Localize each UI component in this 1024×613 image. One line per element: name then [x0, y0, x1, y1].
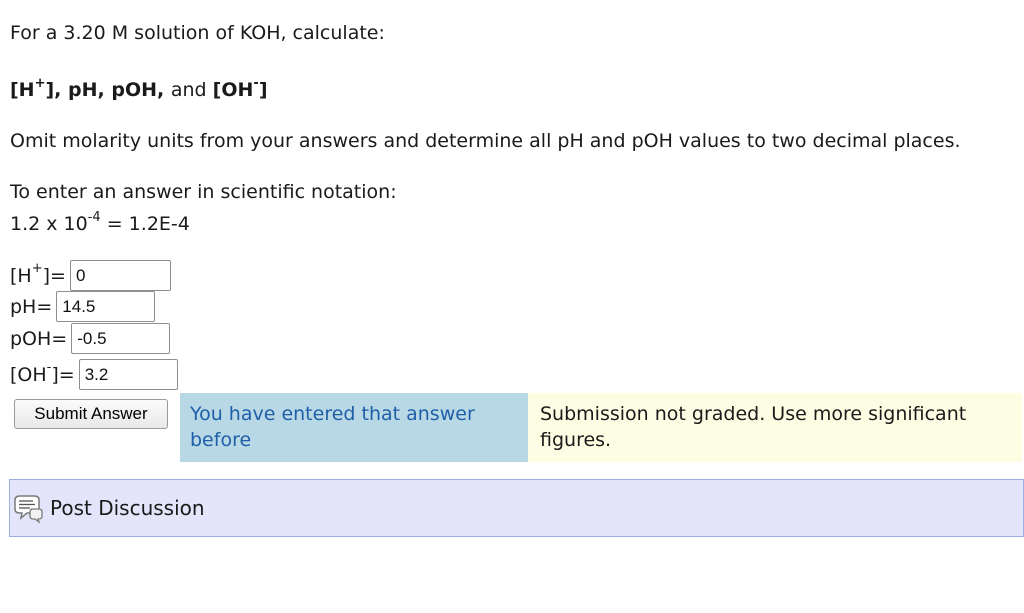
target-ph: pH, — [68, 79, 112, 101]
target-poh: pOH, — [111, 79, 171, 101]
oh-field-row: [OH-]= — [10, 359, 178, 390]
poh-input[interactable] — [71, 323, 171, 354]
target-h-sup: + — [34, 75, 46, 91]
ph-field-label: pH= — [10, 295, 53, 318]
post-discussion-button[interactable]: Post Discussion — [9, 479, 1024, 537]
repeat-answer-message: You have entered that answer before — [180, 393, 528, 462]
example-base: 1.2 x 10 — [10, 213, 88, 235]
h-field-row: [H+]= — [10, 260, 171, 291]
sci-notation-heading: To enter an answer in scientific notatio… — [10, 181, 397, 203]
oh-concentration-input[interactable] — [78, 359, 178, 390]
target-oh-close: ] — [258, 79, 268, 101]
discussion-bubble-icon — [12, 492, 44, 524]
sci-notation-example: 1.2 x 10-4 = 1.2E-4 — [10, 209, 190, 236]
example-result: = 1.2E-4 — [100, 213, 190, 235]
calculation-targets: [H+], pH, pOH, and [OH-] — [10, 75, 268, 102]
h-field-label: [H+]= — [10, 261, 66, 287]
target-oh-sup: - — [253, 75, 259, 91]
grading-message: Submission not graded. Use more signific… — [528, 393, 1022, 462]
target-oh-base: [OH — [212, 79, 254, 101]
post-discussion-label: Post Discussion — [50, 496, 205, 520]
submit-answer-button[interactable]: Submit Answer — [14, 399, 168, 429]
target-h-base: [H — [10, 79, 35, 101]
ph-field-row: pH= — [10, 291, 156, 322]
oh-field-label: [OH-]= — [10, 360, 75, 386]
poh-field-row: pOH= — [10, 323, 171, 354]
h-concentration-input[interactable] — [69, 260, 171, 291]
target-and: and — [170, 79, 213, 101]
target-h-close: ], — [45, 79, 69, 101]
poh-field-label: pOH= — [10, 327, 68, 350]
question-page: For a 3.20 M solution of KOH, calculate:… — [0, 0, 1024, 613]
example-exponent: -4 — [87, 209, 101, 225]
question-intro: For a 3.20 M solution of KOH, calculate: — [10, 22, 385, 44]
omit-units-instruction: Omit molarity units from your answers an… — [10, 130, 961, 152]
ph-input[interactable] — [56, 291, 156, 322]
